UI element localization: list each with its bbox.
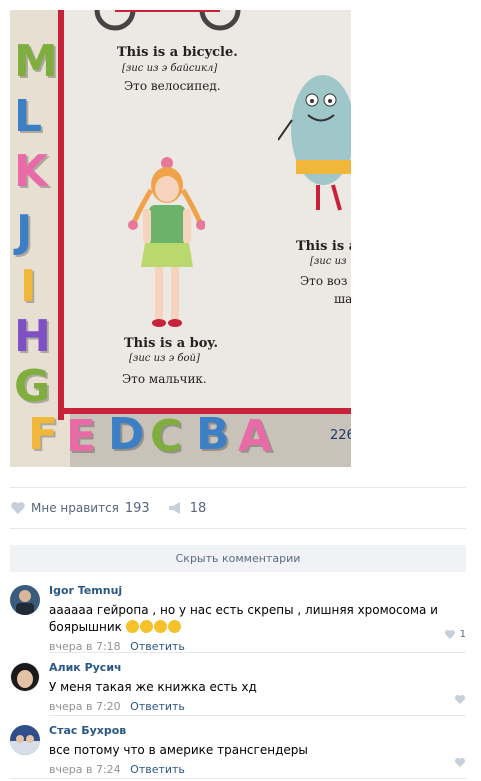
emoji-icon	[125, 620, 139, 633]
emoji-icon	[153, 620, 167, 633]
comment-time[interactable]: вчера в 7:20	[49, 700, 121, 713]
heart-icon	[454, 758, 466, 767]
comment-text: аааааа гейропа , но у нас есть скрепы , …	[49, 602, 466, 636]
post-photo[interactable]: This is a bicycle. [зис из э байсикл] Эт…	[10, 10, 351, 467]
like-count: 193	[124, 500, 150, 516]
comment-like-button[interactable]	[454, 694, 466, 705]
page-number: 226	[330, 428, 351, 443]
comment-meta: вчера в 7:24 Ответить	[49, 763, 466, 776]
post-actions: Мне нравится 193 18	[10, 498, 224, 518]
heart-icon	[454, 695, 466, 704]
caption-right-ru-line1: Это воз	[300, 274, 348, 288]
alphabet-letter-bottom: E	[66, 411, 97, 462]
comment-item: Стас Бухров все потому что в америке тра…	[10, 724, 466, 776]
megaphone-icon	[168, 502, 180, 514]
comment-time[interactable]: вчера в 7:24	[49, 763, 121, 776]
comment-like-button[interactable]: 1	[444, 629, 466, 640]
alphabet-letter-bottom: D	[108, 409, 145, 460]
alphabet-letter-left: L	[14, 91, 43, 142]
avatar[interactable]	[10, 725, 40, 755]
girl-illustration	[128, 157, 205, 327]
caption-top-ru: Это велосипед.	[124, 79, 221, 93]
comment-like-button[interactable]	[454, 757, 466, 768]
reply-button[interactable]: Ответить	[130, 700, 185, 713]
share-count: 18	[189, 500, 207, 516]
bicycle-illustration	[94, 10, 241, 31]
divider	[49, 652, 466, 653]
caption-right-ru-line2: ша	[334, 292, 351, 306]
caption-right-en: This is a	[296, 239, 351, 254]
reply-button[interactable]: Ответить	[130, 763, 185, 776]
alphabet-letter-bottom: B	[196, 409, 230, 460]
hide-comments-button[interactable]: Скрыть комментарии	[10, 545, 466, 572]
caption-mid-en: This is a boy.	[124, 336, 218, 351]
caption-top-en: This is a bicycle.	[117, 45, 238, 60]
alphabet-letter-left: M	[14, 36, 58, 87]
share-button[interactable]: 18	[168, 500, 207, 516]
divider	[49, 715, 466, 716]
divider	[10, 778, 466, 779]
caption-right-transcription: [зис из	[310, 256, 347, 267]
comment-author[interactable]: Стас Бухров	[49, 724, 466, 737]
alphabet-letter-left: I	[20, 261, 37, 312]
alphabet-letter-left: J	[16, 206, 33, 257]
avatar[interactable]	[10, 585, 40, 615]
alphabet-letter-left: H	[14, 311, 51, 362]
comment-text: У меня такая же книжка есть хд	[49, 680, 257, 694]
caption-mid-transcription: [зис из э бой]	[129, 353, 200, 364]
like-button[interactable]: Мне нравится 193	[10, 501, 150, 516]
caption-mid-ru: Это мальчик.	[122, 372, 207, 386]
heart-icon	[444, 630, 455, 639]
alphabet-letter-bottom: C	[150, 411, 183, 462]
caption-top-transcription: [зис из э байсикл]	[122, 63, 218, 74]
alphabet-letter-left: G	[14, 361, 51, 412]
book-red-border	[58, 10, 64, 420]
alphabet-letter-bottom: F	[28, 409, 59, 460]
comment-like-count: 1	[459, 629, 466, 640]
avatar[interactable]	[10, 662, 40, 692]
comment-text: все потому что в америке трансгендеры	[49, 743, 308, 757]
divider	[10, 487, 466, 488]
comment-text-body: аааааа гейропа , но у нас есть скрепы , …	[49, 603, 438, 634]
heart-icon	[11, 502, 25, 514]
alphabet-letter-bottom: A	[238, 411, 273, 462]
emoji-icon	[167, 620, 181, 633]
like-label: Мне нравится	[31, 501, 119, 515]
divider	[10, 528, 466, 529]
comment-author[interactable]: Алик Русич	[49, 661, 466, 674]
alphabet-letter-left: K	[14, 146, 49, 197]
egg-character-illustration	[278, 75, 351, 211]
comment-item: Igor Temnuj аааааа гейропа , но у нас ес…	[10, 584, 466, 653]
emoji-icon	[139, 620, 153, 633]
comment-meta: вчера в 7:20 Ответить	[49, 700, 466, 713]
comment-author[interactable]: Igor Temnuj	[49, 584, 466, 597]
comment-item: Алик Русич У меня такая же книжка есть х…	[10, 661, 466, 713]
